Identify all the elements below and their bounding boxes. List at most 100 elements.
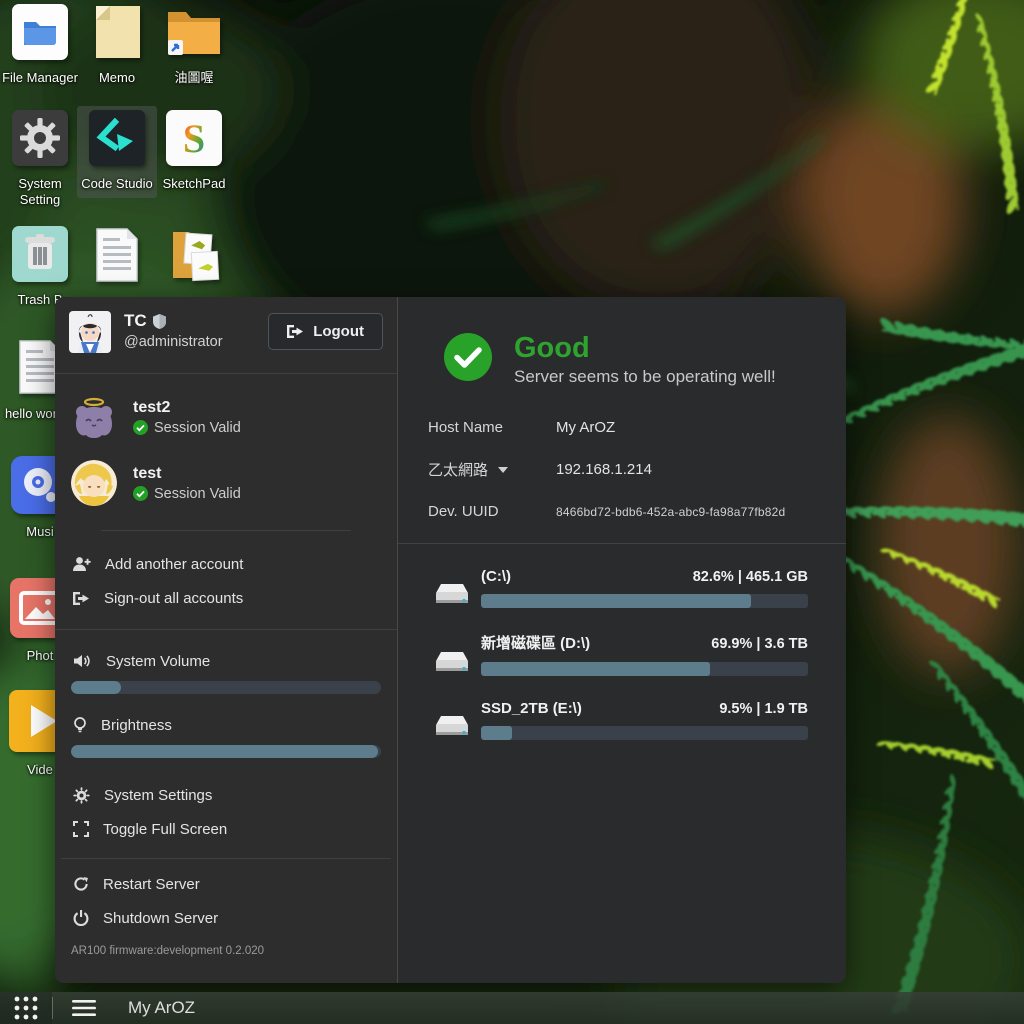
- hamburger-icon: [72, 1000, 96, 1016]
- desktop-icon-file-manager[interactable]: File Manager: [0, 4, 80, 86]
- desktop-icon-photos-folder[interactable]: [154, 226, 234, 289]
- logout-label: Logout: [313, 323, 364, 340]
- menu-button[interactable]: [64, 1000, 104, 1016]
- firmware-version: AR100 firmware:development 0.2.020: [69, 945, 383, 957]
- network-selector[interactable]: 乙太網路: [428, 459, 556, 480]
- menu-signout-all[interactable]: Sign-out all accounts: [69, 581, 383, 615]
- avatar: [71, 394, 117, 440]
- menu-label: System Volume: [106, 653, 210, 670]
- disk-row-d: 新增磁碟區 (D:\) 69.9% | 3.6 TB: [428, 632, 808, 676]
- accounts-list: test2 Session Valid test: [69, 394, 383, 506]
- menu-label: Brightness: [101, 717, 172, 734]
- desktop-icon-label: System Setting: [0, 176, 80, 209]
- desktop-icon-memo[interactable]: Memo: [77, 4, 157, 86]
- host-name-row: Host Name My ArOZ: [428, 419, 808, 436]
- sketchpad-icon: S: [154, 110, 234, 171]
- disk-usage: 69.9% | 3.6 TB: [711, 636, 808, 652]
- divider: [61, 858, 391, 859]
- disk-name: SSD_2TB (E:\): [481, 700, 582, 717]
- brightness-slider-fill: [71, 745, 378, 758]
- uuid-value: 8466bd72-bdb6-452a-abc9-fa98a77fb82d: [556, 505, 785, 519]
- menu-add-account[interactable]: Add another account: [69, 547, 383, 581]
- disk-usage-fill: [481, 662, 710, 676]
- check-circle-icon: [133, 420, 148, 435]
- user-plus-icon: [73, 556, 91, 572]
- memo-icon: [77, 4, 157, 65]
- desktop-icon-sketchpad[interactable]: S SketchPad: [154, 110, 234, 192]
- menu-shutdown-server[interactable]: Shutdown Server: [69, 901, 383, 935]
- desktop-icon-label: 油圖喔: [154, 70, 234, 86]
- info-label: 乙太網路: [428, 459, 488, 480]
- disk-usage-bar: [481, 594, 808, 608]
- disk-usage-bar: [481, 662, 808, 676]
- photos-folder-icon: [154, 226, 234, 289]
- brightness-slider[interactable]: [71, 745, 381, 758]
- health-status-title: Good: [514, 333, 776, 363]
- gear-tile-icon: [0, 110, 80, 171]
- menu-toggle-fullscreen[interactable]: Toggle Full Screen: [69, 812, 383, 846]
- desktop-icon-system-setting[interactable]: System Setting: [0, 110, 80, 209]
- disk-usage-fill: [481, 726, 512, 740]
- admin-shield-icon: [153, 314, 166, 329]
- gear-icon: [73, 787, 90, 804]
- account-row-test2[interactable]: test2 Session Valid: [69, 394, 383, 440]
- avatar: [69, 311, 111, 353]
- volume-slider[interactable]: [71, 681, 381, 694]
- info-label: Dev. UUID: [428, 503, 499, 520]
- chevron-down-icon: [498, 467, 508, 473]
- hdd-icon: [433, 582, 471, 608]
- menu-system-volume: System Volume: [69, 644, 383, 678]
- session-status: Session Valid: [154, 486, 241, 502]
- server-info: Host Name My ArOZ 乙太網路 192.168.1.214 Dev…: [428, 419, 808, 520]
- username: TC: [124, 311, 147, 331]
- host-name-value: My ArOZ: [556, 419, 615, 436]
- desktop-icon-trash-bin[interactable]: Trash B: [0, 226, 80, 308]
- server-health-header: Good Server seems to be operating well!: [428, 333, 808, 387]
- menu-label: Shutdown Server: [103, 910, 218, 927]
- menu-restart-server[interactable]: Restart Server: [69, 867, 383, 901]
- disk-usage-fill: [481, 594, 751, 608]
- desktop-icon-shortcut-folder[interactable]: 油圖喔: [154, 4, 234, 86]
- user-identity: TC @administrator: [124, 311, 223, 350]
- divider: [55, 373, 397, 374]
- power-icon: [73, 910, 89, 926]
- desktop-icon-document[interactable]: [77, 226, 157, 289]
- desktop-icon-label: File Manager: [0, 70, 80, 86]
- svg-text:S: S: [183, 116, 205, 161]
- logout-button[interactable]: Logout: [268, 313, 383, 350]
- disk-row-e: SSD_2TB (E:\) 9.5% | 1.9 TB: [428, 700, 808, 740]
- file-manager-icon: [0, 4, 80, 65]
- check-circle-icon: [133, 486, 148, 501]
- menu-label: Sign-out all accounts: [104, 590, 243, 607]
- info-label: Host Name: [428, 419, 503, 436]
- desktop-icon-label: SketchPad: [154, 176, 234, 192]
- avatar: [71, 460, 117, 506]
- start-menu-popup: TC @administrator Logout tes: [55, 297, 846, 983]
- sign-out-icon: [73, 591, 90, 606]
- current-user-header: TC @administrator Logout: [69, 311, 383, 353]
- hdd-icon: [433, 714, 471, 740]
- network-row: 乙太網路 192.168.1.214: [428, 459, 808, 480]
- divider: [398, 543, 846, 544]
- desktop: File Manager Memo 油圖喔 System Setting Cod: [0, 0, 1024, 1024]
- hdd-icon: [433, 650, 471, 676]
- disk-name: (C:\): [481, 568, 511, 585]
- grid-icon: [13, 995, 39, 1021]
- app-launcher-button[interactable]: [0, 992, 52, 1024]
- trash-icon: [0, 226, 80, 287]
- account-row-test[interactable]: test Session Valid: [69, 460, 383, 506]
- menu-label: System Settings: [104, 787, 212, 804]
- desktop-icon-code-studio[interactable]: Code Studio: [77, 106, 157, 198]
- health-status-message: Server seems to be operating well!: [514, 367, 776, 387]
- disk-usage: 82.6% | 465.1 GB: [693, 569, 808, 585]
- user-panel: TC @administrator Logout tes: [55, 297, 397, 983]
- logout-icon: [287, 324, 304, 339]
- session-status: Session Valid: [154, 420, 241, 436]
- document-icon: [77, 226, 157, 289]
- volume-slider-fill: [71, 681, 121, 694]
- taskbar: My ArOZ: [0, 992, 1024, 1024]
- taskbar-divider: [52, 997, 53, 1019]
- desktop-icon-label: Code Studio: [77, 176, 157, 192]
- account-name: test: [133, 465, 241, 483]
- menu-system-settings[interactable]: System Settings: [69, 778, 383, 812]
